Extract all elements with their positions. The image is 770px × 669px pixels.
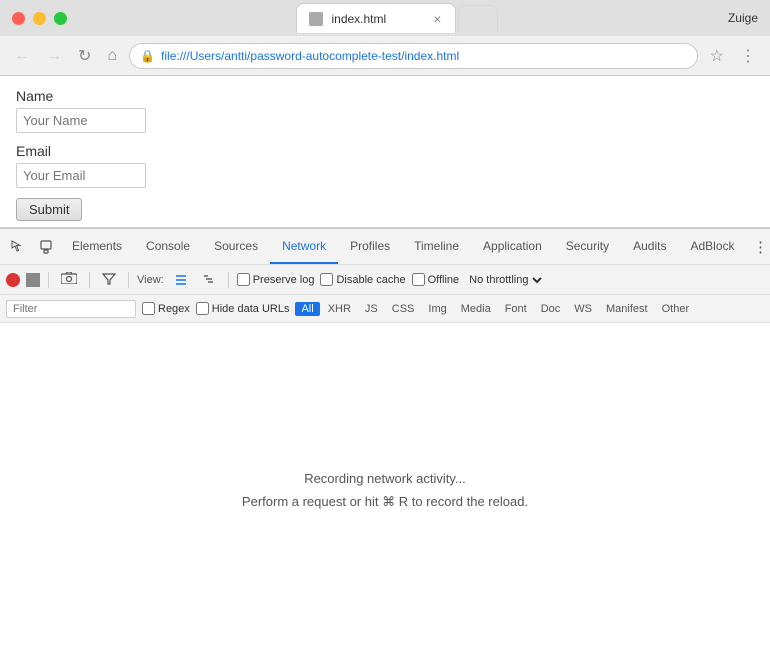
separator4 bbox=[228, 272, 229, 288]
separator3 bbox=[128, 272, 129, 288]
tab-adblock[interactable]: AdBlock bbox=[678, 229, 746, 264]
filter-type-xhr[interactable]: XHR bbox=[322, 302, 357, 316]
filter-type-img[interactable]: Img bbox=[422, 302, 452, 316]
recording-hint: Perform a request or hit ⌘ R to record t… bbox=[242, 494, 528, 510]
url-text: file:///Users/antti/password-autocomplet… bbox=[161, 49, 687, 63]
offline-checkbox[interactable]: Offline bbox=[412, 273, 460, 286]
hide-data-urls-checkbox[interactable]: Hide data URLs bbox=[196, 302, 290, 315]
preserve-log-input[interactable] bbox=[237, 273, 250, 286]
browser-tab[interactable]: index.html × bbox=[296, 3, 456, 33]
tab-sources[interactable]: Sources bbox=[202, 229, 270, 264]
devtools-tabs: Elements Console Sources Network Profile… bbox=[60, 229, 747, 264]
filter-type-all[interactable]: All bbox=[295, 302, 319, 316]
more-tools-icon[interactable]: ⋮ bbox=[747, 233, 770, 261]
devtools-topbar: Elements Console Sources Network Profile… bbox=[0, 229, 770, 265]
menu-button[interactable]: ⋮ bbox=[736, 44, 760, 68]
separator2 bbox=[89, 272, 90, 288]
list-view-icon[interactable] bbox=[170, 269, 192, 291]
close-button[interactable] bbox=[12, 12, 25, 25]
network-content: Recording network activity... Perform a … bbox=[0, 323, 770, 658]
address-bar: ← → ↻ ⌂ 🔒 file:///Users/antti/password-a… bbox=[0, 36, 770, 76]
network-toolbar: View: Preserve log Disable cache Offline… bbox=[0, 265, 770, 295]
tab-title: index.html bbox=[331, 12, 423, 26]
title-bar: index.html × Zuige bbox=[0, 0, 770, 36]
offline-input[interactable] bbox=[412, 273, 425, 286]
tab-bar: index.html × bbox=[216, 3, 578, 33]
record-button[interactable] bbox=[6, 273, 20, 287]
email-input[interactable] bbox=[16, 163, 146, 188]
filter-type-manifest[interactable]: Manifest bbox=[600, 302, 654, 316]
tab-console[interactable]: Console bbox=[134, 229, 202, 264]
disable-cache-input[interactable] bbox=[320, 273, 333, 286]
filter-type-css[interactable]: CSS bbox=[386, 302, 421, 316]
filter-type-other[interactable]: Other bbox=[656, 302, 696, 316]
clear-button[interactable] bbox=[26, 273, 40, 287]
waterfall-view-icon[interactable] bbox=[198, 269, 220, 291]
filter-type-font[interactable]: Font bbox=[499, 302, 533, 316]
tab-application[interactable]: Application bbox=[471, 229, 554, 264]
recording-text: Recording network activity... bbox=[304, 471, 466, 486]
maximize-button[interactable] bbox=[54, 12, 67, 25]
tab-favicon bbox=[309, 12, 323, 26]
address-input[interactable]: 🔒 file:///Users/antti/password-autocompl… bbox=[129, 43, 698, 69]
disable-cache-checkbox[interactable]: Disable cache bbox=[320, 273, 405, 286]
hide-data-urls-input[interactable] bbox=[196, 302, 209, 315]
reload-button[interactable]: ↻ bbox=[74, 44, 95, 68]
tab-network[interactable]: Network bbox=[270, 229, 338, 264]
window-controls bbox=[12, 12, 67, 25]
bookmark-button[interactable]: ☆ bbox=[706, 44, 728, 68]
tab-timeline[interactable]: Timeline bbox=[402, 229, 471, 264]
home-button[interactable]: ⌂ bbox=[103, 45, 121, 67]
filter-type-ws[interactable]: WS bbox=[568, 302, 598, 316]
throttle-dropdown[interactable]: No throttling bbox=[465, 273, 545, 287]
filter-types: AllXHRJSCSSImgMediaFontDocWSManifestOthe… bbox=[295, 302, 695, 316]
filter-type-media[interactable]: Media bbox=[455, 302, 497, 316]
regex-checkbox[interactable]: Regex bbox=[142, 302, 190, 315]
tab-security[interactable]: Security bbox=[554, 229, 621, 264]
inspect-icon[interactable] bbox=[4, 233, 32, 261]
filter-input[interactable] bbox=[6, 300, 136, 318]
back-button[interactable]: ← bbox=[10, 45, 34, 67]
new-tab-button[interactable] bbox=[458, 5, 498, 33]
filter-icon[interactable] bbox=[98, 270, 120, 290]
tab-audits[interactable]: Audits bbox=[621, 229, 678, 264]
devtools-panel: Elements Console Sources Network Profile… bbox=[0, 228, 770, 658]
submit-button[interactable]: Submit bbox=[16, 198, 82, 221]
preserve-log-checkbox[interactable]: Preserve log bbox=[237, 273, 315, 286]
devtools-topbar-right: ⋮ × bbox=[747, 233, 770, 261]
tab-elements[interactable]: Elements bbox=[60, 229, 134, 264]
name-label: Name bbox=[16, 88, 754, 104]
view-label: View: bbox=[137, 274, 164, 286]
page-content: Name Email Submit bbox=[0, 76, 770, 228]
separator bbox=[48, 272, 49, 288]
device-icon[interactable] bbox=[32, 233, 60, 261]
tab-close-icon[interactable]: × bbox=[431, 12, 443, 26]
regex-input[interactable] bbox=[142, 302, 155, 315]
filter-type-js[interactable]: JS bbox=[359, 302, 384, 316]
camera-icon[interactable] bbox=[57, 270, 81, 289]
email-label: Email bbox=[16, 143, 754, 159]
filter-type-doc[interactable]: Doc bbox=[535, 302, 567, 316]
forward-button[interactable]: → bbox=[42, 45, 66, 67]
username-label: Zuige bbox=[728, 11, 758, 25]
tab-profiles[interactable]: Profiles bbox=[338, 229, 402, 264]
lock-icon: 🔒 bbox=[140, 49, 155, 63]
filter-bar: Regex Hide data URLs AllXHRJSCSSImgMedia… bbox=[0, 295, 770, 323]
minimize-button[interactable] bbox=[33, 12, 46, 25]
throttle-select[interactable]: No throttling bbox=[465, 273, 545, 287]
name-input[interactable] bbox=[16, 108, 146, 133]
